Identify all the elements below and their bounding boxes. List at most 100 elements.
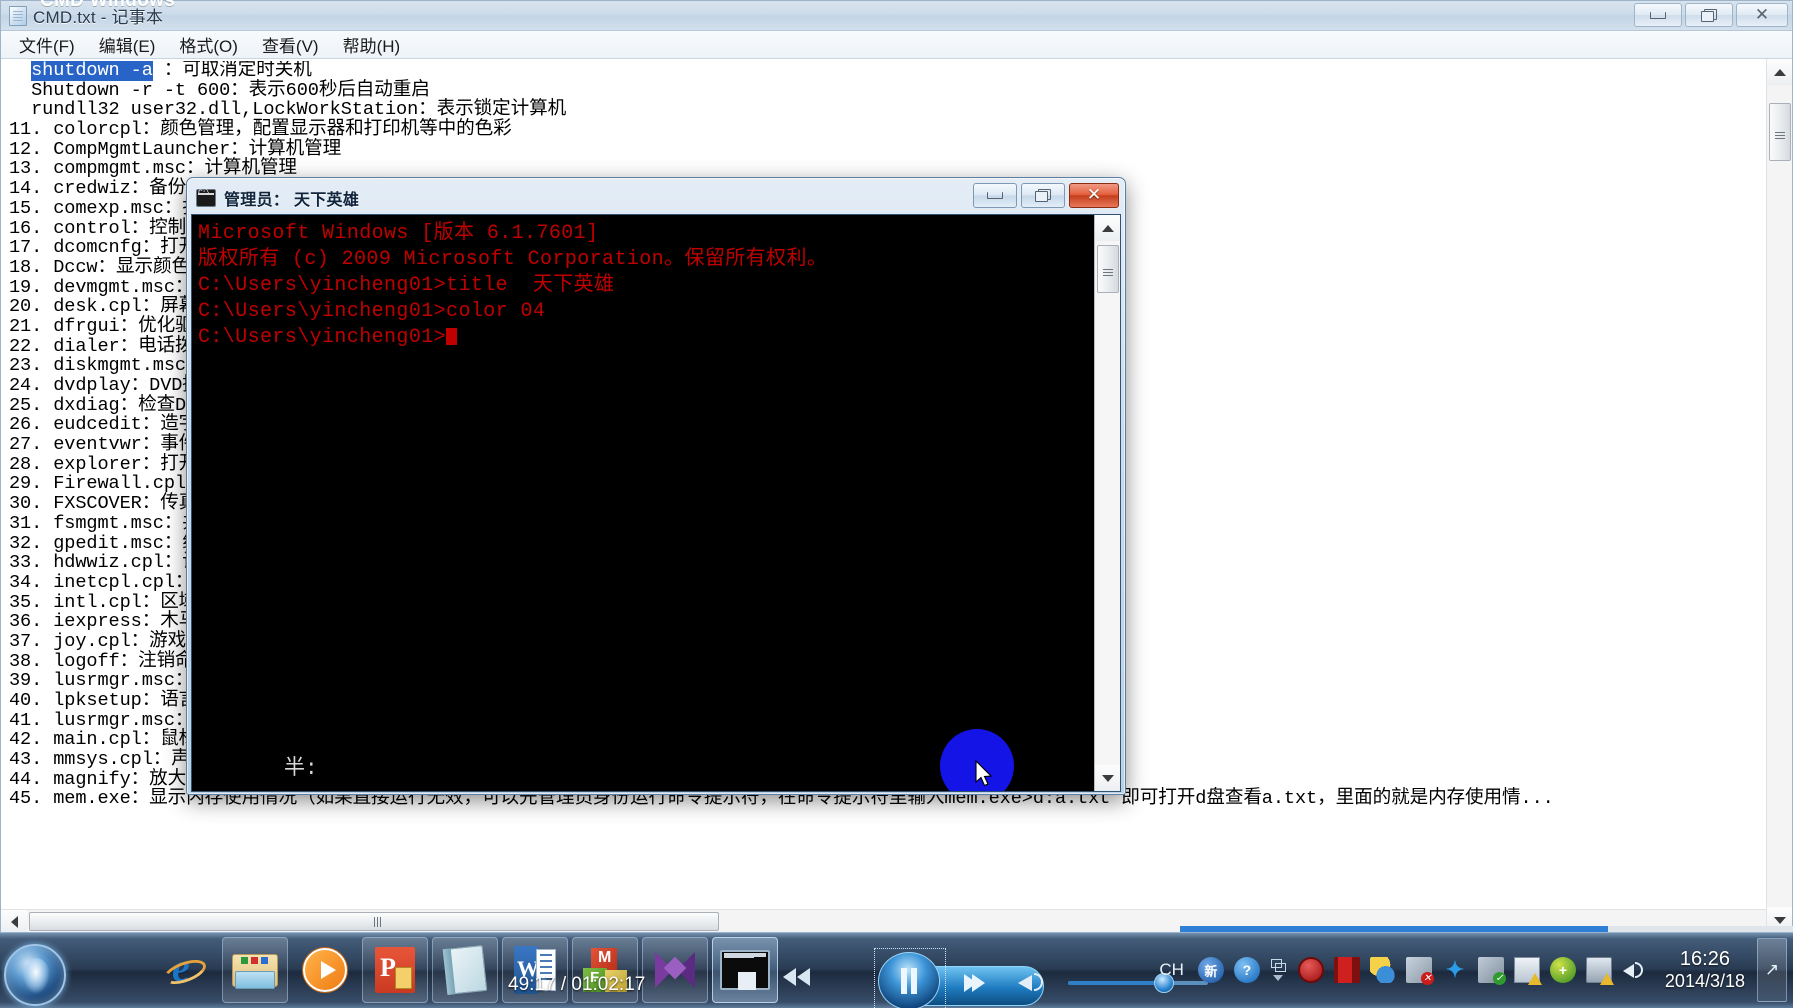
mouse-pointer-icon xyxy=(975,760,993,787)
media-pause-button[interactable] xyxy=(878,952,940,1008)
internet-explorer-icon: e xyxy=(160,945,210,992)
scroll-left-button[interactable] xyxy=(1,910,27,933)
windows-taskbar: e P W M F 49:17 / 01:02:17 CH 新 ? ✕ ✦ ✓ … xyxy=(0,932,1793,1008)
cmd-close-button[interactable]: ✕ xyxy=(1069,183,1119,208)
clock-time: 16:26 xyxy=(1679,947,1730,970)
taskbar-item-windows-explorer[interactable] xyxy=(222,937,288,1003)
cmd-minimize-button[interactable] xyxy=(973,183,1017,208)
taskbar-item-internet-explorer[interactable]: e xyxy=(152,937,218,1003)
notepad-line: 12. CompMgmtLauncher：计算机管理 xyxy=(9,138,342,160)
speaker-icon[interactable] xyxy=(1018,968,1052,996)
cmd-window-controls: ✕ xyxy=(973,183,1119,208)
chevron-down-icon xyxy=(1774,916,1786,924)
notepad-selected-text: shutdown -a xyxy=(31,61,153,81)
cmd-line: C:\Users\yincheng01> xyxy=(198,325,1088,351)
notepad-vertical-scrollbar[interactable] xyxy=(1766,59,1792,933)
cmd-caret xyxy=(446,328,458,345)
system-tray: CH 新 ? ✕ ✦ ✓ + 16:26 2014/3/18 ↗ xyxy=(1159,932,1793,1008)
messenger-icon[interactable] xyxy=(1369,957,1396,983)
chevron-left-icon xyxy=(10,915,18,928)
notepad-line: Shutdown -r -t 600：表示600秒后自动重启 xyxy=(9,79,430,101)
notepad-document-icon xyxy=(9,5,27,26)
notepad-close-button[interactable]: ✕ xyxy=(1736,3,1788,27)
printer-warning-icon[interactable] xyxy=(1585,957,1614,985)
notepad-titlebar[interactable]: CMD.txt - 记事本 ✕ xyxy=(1,1,1792,31)
media-fast-forward-button[interactable] xyxy=(950,968,990,998)
show-hidden-icons-icon[interactable] xyxy=(1270,957,1287,983)
cmd-console-icon xyxy=(196,189,216,207)
taskbar-item-windows-media-player[interactable] xyxy=(292,937,358,1003)
media-rewind-button[interactable] xyxy=(783,968,825,998)
notepad-restore-button[interactable] xyxy=(1685,3,1733,27)
safely-remove-hardware-icon[interactable]: ✓ xyxy=(1477,957,1506,985)
taskbar-item-powerpoint[interactable]: P xyxy=(362,937,428,1003)
taskbar-item-notepad[interactable] xyxy=(432,937,498,1003)
cmd-titlebar[interactable]: 管理员： 天下英雄 ✕ xyxy=(191,182,1121,214)
minimize-icon xyxy=(987,192,1003,199)
recording-stop-icon[interactable] xyxy=(1297,957,1324,983)
cmd-line: Microsoft Windows [版本 6.1.7601] xyxy=(198,222,599,245)
menu-format[interactable]: 格式(O) xyxy=(167,30,250,59)
media-transport-controls xyxy=(628,948,1208,1008)
clock[interactable]: 16:26 2014/3/18 xyxy=(1665,947,1745,993)
grip-icon xyxy=(1775,131,1785,133)
show-desktop-button[interactable]: ↗ xyxy=(1757,938,1787,1002)
clock-date: 2014/3/18 xyxy=(1664,971,1745,992)
cmd-line: C:\Users\yincheng01>title 天下英雄 xyxy=(198,274,615,297)
cmd-console-output-area[interactable]: Microsoft Windows [版本 6.1.7601] 版权所有 (c) … xyxy=(191,214,1121,792)
chevron-up-icon xyxy=(1774,68,1786,76)
notepad-menubar: 文件(F) 编辑(E) 格式(O) 查看(V) 帮助(H) xyxy=(1,31,1792,59)
cmd-console-text: Microsoft Windows [版本 6.1.7601] 版权所有 (c) … xyxy=(198,221,1088,351)
close-icon: ✕ xyxy=(1086,185,1102,205)
volume-slider-fill xyxy=(1068,981,1160,985)
start-button[interactable] xyxy=(4,944,66,1006)
maximize-icon xyxy=(1035,189,1051,202)
media-stop-button[interactable] xyxy=(738,972,756,990)
ghost-window-title: CMD Windows xyxy=(40,0,176,11)
ime-indicator[interactable]: CH xyxy=(1159,960,1184,980)
cmd-maximize-button[interactable] xyxy=(1021,183,1065,208)
notepad-line: shutdown -a ：可取消定时关机 xyxy=(31,61,312,81)
close-icon: ✕ xyxy=(1754,4,1770,25)
menu-view[interactable]: 查看(V) xyxy=(250,30,331,59)
cmd-scroll-up-button[interactable] xyxy=(1095,215,1120,241)
menu-file[interactable]: 文件(F) xyxy=(7,30,87,59)
notepad-window-controls: ✕ xyxy=(1634,3,1788,27)
notepad-line: rundll32 user32.dll,LockWorkStation：表示锁定… xyxy=(9,99,567,121)
notepad-taskbar-icon xyxy=(442,945,488,995)
bluetooth-icon[interactable]: ✦ xyxy=(1442,957,1468,983)
chevron-up-icon xyxy=(1102,224,1114,232)
antivirus-shield-icon[interactable]: + xyxy=(1549,957,1576,983)
menu-help[interactable]: 帮助(H) xyxy=(331,30,413,59)
cmd-vertical-scrollbar[interactable] xyxy=(1094,215,1120,791)
media-player-icon xyxy=(303,948,347,992)
desktop-screen: CMD Windows CMD.txt - 记事本 ✕ 文件(F) 编辑(E) … xyxy=(0,0,1793,1008)
command-prompt-window: 管理员： 天下英雄 ✕ Microsoft Windows [版本 6.1.76… xyxy=(186,177,1126,795)
notepad-line: 11. colorcpl：颜色管理，配置显示器和打印机等中的色彩 xyxy=(9,119,512,141)
grip-icon xyxy=(1103,268,1113,270)
chevron-down-icon xyxy=(1102,774,1114,782)
film-strip-icon[interactable] xyxy=(1333,957,1360,983)
notepad-minimize-button[interactable] xyxy=(1634,3,1682,27)
network-error-icon[interactable]: ✕ xyxy=(1405,957,1434,985)
minimize-icon xyxy=(1650,11,1666,19)
cmd-title-text: 管理员： 天下英雄 xyxy=(224,192,360,209)
cmd-ghost-text-1: 半: xyxy=(284,758,318,781)
ime-logo-icon[interactable]: 新 xyxy=(1197,957,1224,983)
media-time-label: 49:17 / 01:02:17 xyxy=(508,974,646,995)
cmd-scroll-down-button[interactable] xyxy=(1095,765,1120,791)
restore-icon xyxy=(1701,8,1717,22)
action-center-warning-icon[interactable] xyxy=(1513,957,1542,985)
cmd-scroll-thumb[interactable] xyxy=(1097,245,1119,293)
notepad-scroll-thumb[interactable] xyxy=(1769,103,1791,161)
cmd-line: 版权所有 (c) 2009 Microsoft Corporation。保留所有… xyxy=(198,248,828,271)
help-icon[interactable]: ? xyxy=(1233,957,1260,983)
powerpoint-icon: P xyxy=(375,947,415,993)
folder-icon xyxy=(232,951,278,989)
grip-icon xyxy=(373,916,375,927)
notepad-hscroll-thumb[interactable] xyxy=(29,912,719,931)
menu-edit[interactable]: 编辑(E) xyxy=(87,30,168,59)
cmd-line: C:\Users\yincheng01>color 04 xyxy=(198,300,546,323)
volume-icon[interactable] xyxy=(1622,957,1648,983)
scroll-up-button[interactable] xyxy=(1767,59,1792,85)
